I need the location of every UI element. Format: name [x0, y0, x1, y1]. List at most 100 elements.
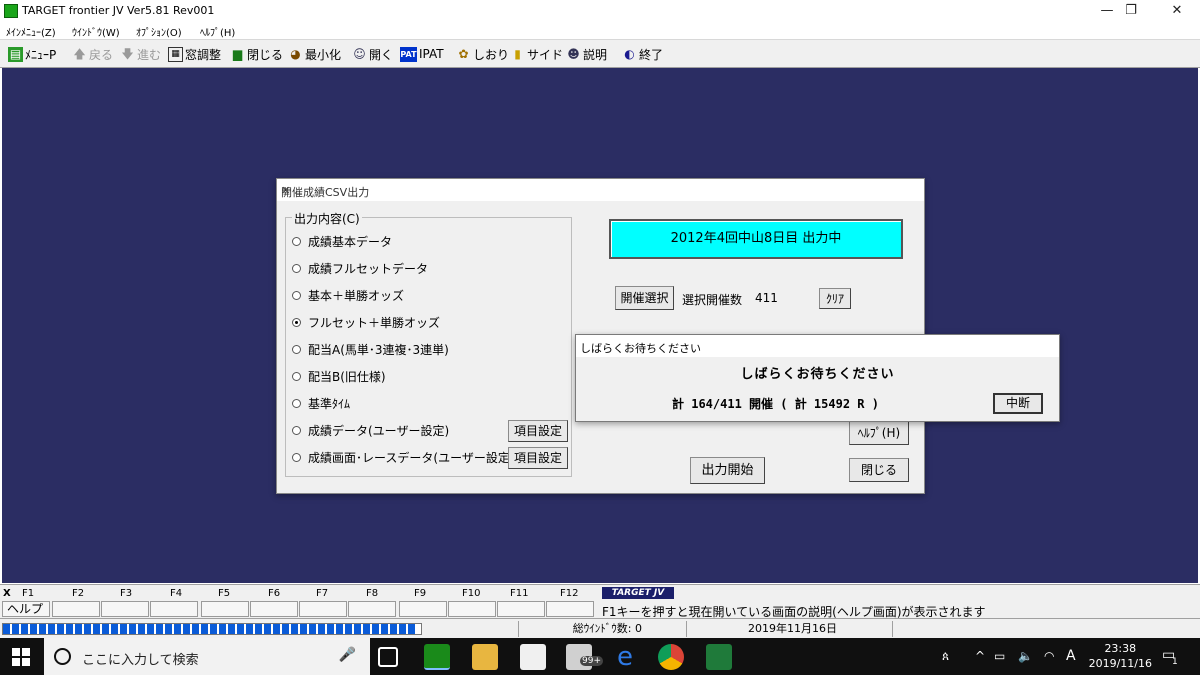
target-app-icon[interactable]	[424, 644, 450, 670]
people-icon[interactable]: ጰ	[942, 649, 949, 664]
fkey-label-f4: F4	[170, 588, 183, 599]
fkey-label-f8: F8	[366, 588, 379, 599]
abort-button[interactable]: 中断	[993, 393, 1043, 414]
fkey-label-f6: F6	[268, 588, 281, 599]
radio-icon	[292, 452, 301, 462]
fkey-f4-button[interactable]	[150, 601, 198, 617]
option-basic-win-odds[interactable]: 基本＋単勝オッズ	[292, 286, 404, 304]
popup-title-bar: しばらくお待ちください	[576, 335, 1059, 357]
status-empty-cell	[892, 621, 1188, 637]
option-fullset[interactable]: 成績フルセットデータ	[292, 259, 428, 277]
fkey-f11-button[interactable]	[497, 601, 545, 617]
function-key-bar: X F1 F2 F3 F4 F5 F6 F7 F8 F9 F10 F11 F12…	[0, 584, 1200, 619]
arrow-up-icon: 🡅	[73, 46, 86, 61]
forward-label: 進む	[137, 47, 162, 62]
arrange-windows-button[interactable]: ▦ 窓調整	[168, 45, 221, 63]
menu-help[interactable]: ﾍﾙﾌﾟ(H)	[200, 24, 235, 39]
option-label: 基本＋単勝オッズ	[308, 288, 405, 303]
option-label: フルセット＋単勝オッズ	[308, 315, 441, 330]
spreadsheet-icon[interactable]	[706, 644, 732, 670]
fkey-label-f10: F10	[462, 588, 481, 599]
fkey-f8-button[interactable]	[348, 601, 396, 617]
dialog-close-icon[interactable]: ✕	[281, 184, 916, 197]
radio-icon	[292, 290, 301, 300]
option-results-screen-user[interactable]: 成績画面･レースデータ(ユーザー設定)	[292, 448, 515, 466]
select-meeting-button[interactable]: 開催選択	[615, 286, 674, 310]
option-results-user[interactable]: 成績データ(ユーザー設定)	[292, 421, 449, 439]
close-button[interactable]: ▆ 閉じる	[230, 45, 283, 63]
fkey-f2-button[interactable]	[52, 601, 100, 617]
os-taskbar: ここに入力して検索 🎤 99+ e ጰ ^ ▭ 🔈 ◠ A 23:38 2019…	[0, 638, 1200, 675]
item-setting-button-2[interactable]: 項目設定	[508, 447, 568, 469]
menu-main[interactable]: ﾒｲﾝﾒﾆｭｰ(Z)	[6, 24, 56, 39]
wifi-icon[interactable]: ◠	[1044, 649, 1054, 663]
option-standard-time[interactable]: 基準ﾀｲﾑ	[292, 394, 350, 412]
notification-count: 1	[1172, 657, 1178, 667]
clear-button[interactable]: ｸﾘｱ	[819, 288, 851, 309]
option-basic[interactable]: 成績基本データ	[292, 232, 392, 250]
open-button[interactable]: ☺ 開く	[352, 45, 393, 63]
side-button[interactable]: ▮ サイド	[510, 45, 563, 63]
windows-icon: ▦	[168, 46, 183, 62]
menu-options[interactable]: ｵﾌﾟｼｮﾝ(O)	[136, 24, 182, 39]
fkey-f12-button[interactable]	[546, 601, 594, 617]
restore-window-button[interactable]: ❐	[1108, 0, 1154, 22]
microphone-icon[interactable]: 🎤	[339, 647, 356, 663]
explain-button[interactable]: ☻ 説明	[566, 45, 607, 63]
ime-indicator[interactable]: A	[1066, 648, 1076, 664]
taskbar-search-box[interactable]: ここに入力して検索 🎤	[44, 638, 370, 675]
popup-message: しばらくお待ちください	[740, 367, 895, 382]
ipat-button[interactable]: PAT IPAT	[400, 45, 444, 63]
bookmark-icon: ✿	[458, 46, 469, 61]
option-payout-a[interactable]: 配当A(馬単･3連複･3連単)	[292, 340, 449, 358]
minimize-button[interactable]: ◕ 最小化	[288, 45, 341, 63]
option-fullset-win-odds[interactable]: フルセット＋単勝オッズ	[292, 313, 440, 331]
windows-start-icon[interactable]	[12, 648, 30, 666]
forward-button[interactable]: 🡇 進む	[120, 45, 161, 63]
fkey-f1-help-button[interactable]: ヘルプ	[2, 601, 50, 617]
back-button[interactable]: 🡅 戻る	[72, 45, 113, 63]
network-icon[interactable]: ▭	[994, 649, 1005, 663]
fkey-f7-button[interactable]	[299, 601, 347, 617]
fkey-f9-button[interactable]	[399, 601, 447, 617]
menu-window[interactable]: ｳｲﾝﾄﾞｳ(W)	[72, 24, 120, 39]
edge-icon[interactable]: e	[612, 644, 638, 670]
tray-chevron-icon[interactable]: ^	[975, 649, 985, 663]
status-bar: 総ｳｲﾝﾄﾞｳ数: 0 2019年11月16日	[0, 618, 1200, 638]
fkey-f6-button[interactable]	[250, 601, 298, 617]
search-placeholder: ここに入力して検索	[82, 653, 199, 668]
close-doc-icon: ▆	[232, 46, 243, 61]
start-output-button[interactable]: 出力開始	[690, 457, 765, 484]
output-status-display: 2012年4回中山8日目 出力中	[609, 219, 903, 259]
output-progress-bar	[2, 623, 422, 635]
option-label: 基準ﾀｲﾑ	[308, 396, 351, 411]
exit-button[interactable]: ◐ 終了	[622, 45, 663, 63]
menu-p-button[interactable]: ▤ ﾒﾆｭｰP	[8, 45, 56, 63]
task-view-icon[interactable]	[378, 647, 398, 667]
fkey-f5-button[interactable]	[201, 601, 249, 617]
radio-checked-icon	[292, 317, 301, 327]
selected-count-label: 選択開催数	[682, 293, 743, 307]
window-count: 総ｳｲﾝﾄﾞｳ数: 0	[518, 621, 686, 637]
cortana-icon	[54, 648, 71, 665]
bookmark-button[interactable]: ✿ しおり	[456, 45, 509, 63]
file-explorer-icon[interactable]	[472, 644, 498, 670]
option-label: 成績画面･レースデータ(ユーザー設定)	[308, 450, 515, 465]
fkey-f10-button[interactable]	[448, 601, 496, 617]
option-payout-b[interactable]: 配当B(旧仕様)	[292, 367, 386, 385]
option-label: 成績フルセットデータ	[308, 261, 429, 276]
minimize-label: 最小化	[305, 47, 342, 62]
item-setting-button-1[interactable]: 項目設定	[508, 420, 568, 442]
bookmark-label: しおり	[473, 47, 510, 62]
window-title: TARGET frontier JV Ver5.81 Rev001	[22, 4, 215, 17]
store-icon[interactable]	[520, 644, 546, 670]
volume-icon[interactable]: 🔈	[1018, 649, 1033, 663]
fkey-f3-button[interactable]	[101, 601, 149, 617]
taskbar-clock[interactable]: 23:38 2019/11/16	[1089, 641, 1152, 671]
close-window-button[interactable]: ✕	[1154, 0, 1200, 22]
output-content-group: 出力内容(C) 成績基本データ 成績フルセットデータ 基本＋単勝オッズ フルセッ…	[285, 210, 572, 477]
help-button[interactable]: ﾍﾙﾌﾟ(H)	[849, 421, 909, 445]
fkey-close-mark[interactable]: X	[3, 588, 11, 599]
dialog-close-button[interactable]: 閉じる	[849, 458, 909, 482]
chrome-icon[interactable]	[658, 644, 684, 670]
